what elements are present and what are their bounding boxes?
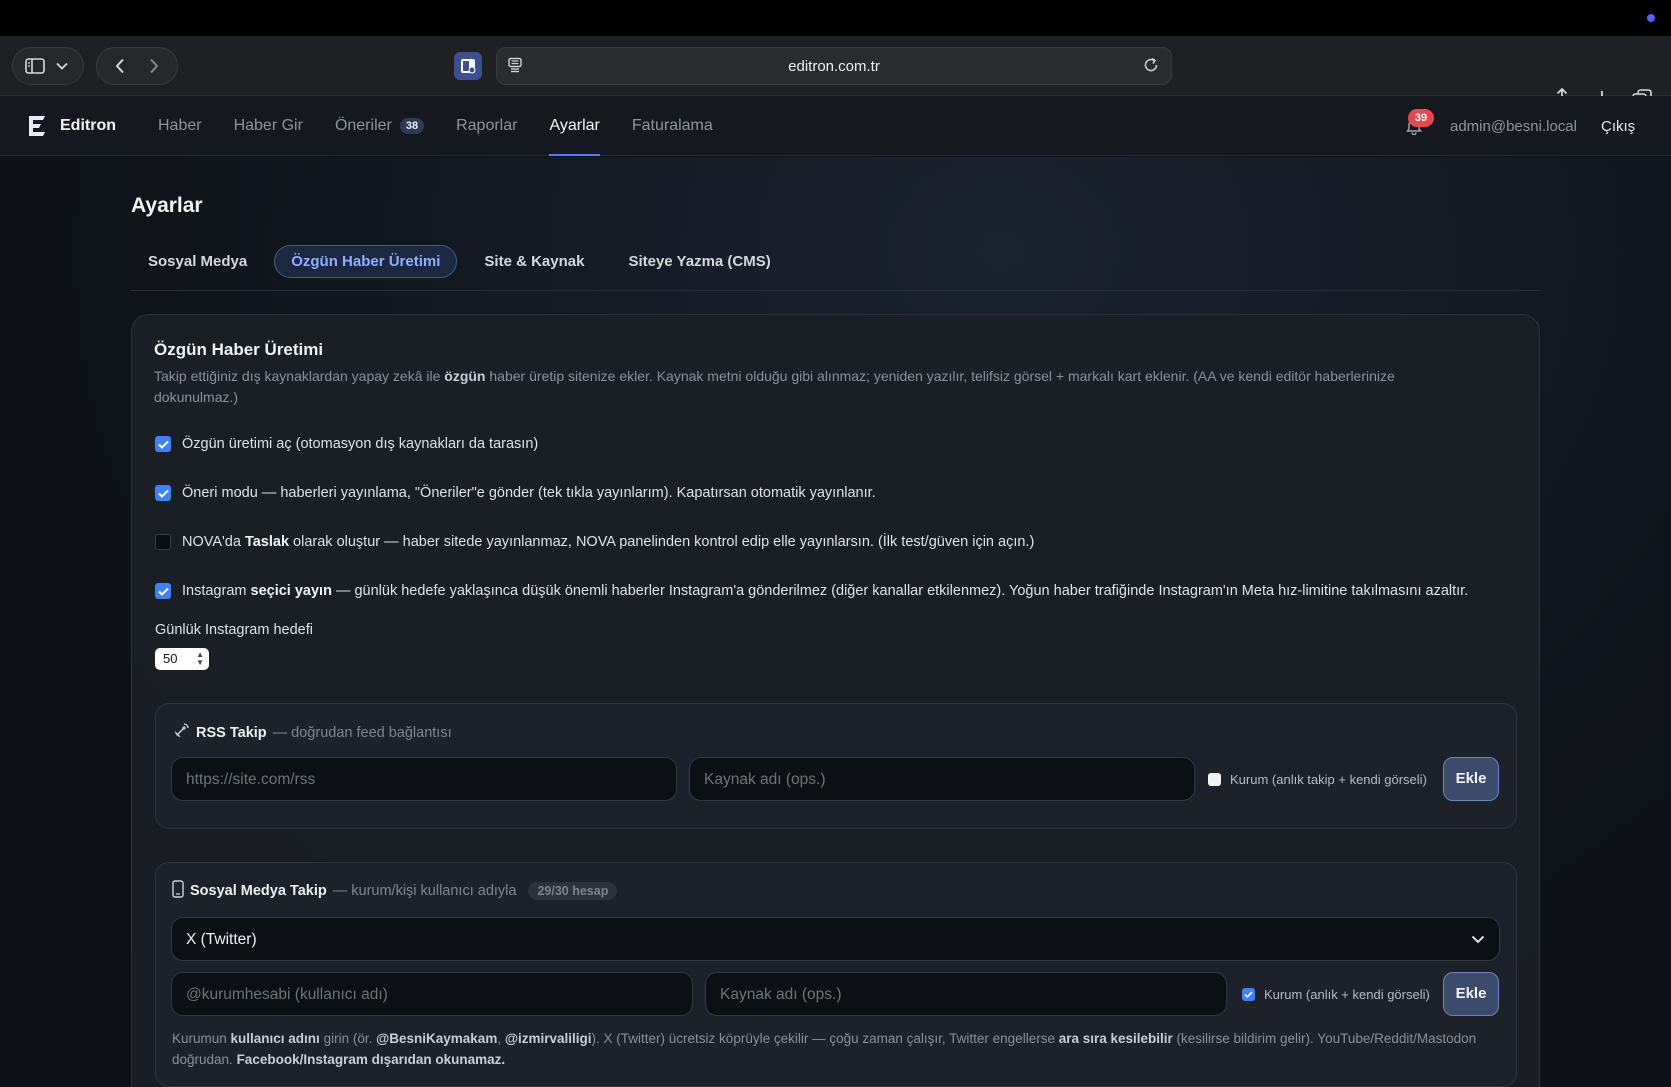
help-bold: @BesniKaymakam [376,1031,498,1046]
address-bar[interactable]: editron.com.tr [496,47,1172,85]
status-dot [1647,14,1655,22]
social-handle-input[interactable]: @kurumhesabi (kullanıcı adı) [171,972,693,1016]
sidebar-toggle-group [12,47,84,85]
main-nav: Haber Haber Gir Öneriler 38 Raporlar Ayar… [158,96,713,156]
checkbox-text: Kurum (anlık + kendi görseli) [1264,987,1430,1002]
nav-ayarlar[interactable]: Ayarlar [549,96,601,156]
option-text: NOVA'da [182,534,245,550]
card-title: Özgün Haber Üretimi [154,340,324,359]
nav-label: Faturalama [631,117,713,134]
url-text: editron.com.tr [788,58,880,75]
checkbox-unchecked[interactable] [155,534,171,550]
nav-faturalama[interactable]: Faturalama [632,96,713,156]
instagram-target-value: 50 [163,651,178,666]
nav-oneriler[interactable]: Öneriler 38 [334,96,425,156]
option-instagram-selective[interactable]: Instagram seçici yayın — günlük hedefe y… [155,583,1468,599]
page-title: Ayarlar [131,194,203,217]
rss-add-button[interactable]: Ekle [1443,757,1499,801]
forward-icon[interactable] [141,53,167,79]
nav-haber-gir[interactable]: Haber Gir [234,96,303,156]
nav-label: Öneriler [334,117,392,134]
social-subtitle: — kurum/kişi kullanıcı adıyla [332,883,517,899]
account-count-badge: 29/30 hesap [528,882,618,900]
nav-raporlar[interactable]: Raporlar [456,96,517,156]
desc-bold: özgün [444,368,486,384]
option-suggestion-mode[interactable]: Öneri modu — haberleri yayınlama, "Öneri… [155,485,876,501]
social-kurum-checkbox-label[interactable]: Kurum (anlık + kendi görseli) [1242,987,1430,1002]
nav-label: Raporlar [456,117,518,134]
option-text: — günlük hedefe yaklaşınca düşük önemli … [331,583,1469,599]
option-nova-draft[interactable]: NOVA'da Taslak olarak oluştur — haber si… [155,534,1034,550]
brand[interactable]: Editron [26,115,116,137]
brand-name: Editron [60,117,116,134]
nav-label: Haber [158,117,202,134]
help-text: girin (ör. [319,1031,377,1046]
social-help-text: Kurumun kullanıcı adını girin (ör. @Besn… [172,1028,1502,1070]
rss-source-name-input[interactable]: Kaynak adı (ops.) [689,757,1195,801]
rss-url-input[interactable]: https://site.com/rss [171,757,677,801]
tab-ozgun-haber[interactable]: Özgün Haber Üretimi [274,244,458,278]
notification-badge: 39 [1408,109,1434,127]
social-header: Sosyal Medya Takip — kurum/kişi kullanıc… [172,880,618,902]
checkbox-checked[interactable] [155,436,171,452]
option-text: Instagram [182,583,251,599]
instagram-target-input[interactable]: 50 ▲ ▼ [155,648,209,670]
oneriler-count-badge: 38 [399,118,425,134]
chevron-down-icon[interactable] [49,53,75,79]
sidebar-icon[interactable] [22,53,48,79]
back-icon[interactable] [107,53,133,79]
tabs-divider [131,290,1540,291]
help-bold: @izmirvaliligi [504,1031,592,1046]
social-add-button[interactable]: Ekle [1443,972,1499,1016]
stepper-icon[interactable]: ▲ ▼ [196,651,204,667]
user-email: admin@besni.local [1450,118,1577,135]
option-text: olarak oluştur — haber sitede yayınlanma… [289,534,1035,550]
help-text: Kurumun [172,1031,231,1046]
help-bold: Facebook/Instagram dışarıdan okunamaz. [236,1052,506,1067]
rss-subtitle: — doğrudan feed bağlantısı [272,725,452,741]
option-label: Instagram seçici yayın — günlük hedefe y… [182,583,1468,599]
tab-site-kaynak[interactable]: Site & Kaynak [467,245,601,278]
tab-cms[interactable]: Siteye Yazma (CMS) [611,245,787,278]
rss-title: RSS Takip [196,725,267,741]
desc-text: Takip ettiğiniz dış kaynaklardan yapay z… [154,368,445,384]
checkbox-checked[interactable] [155,485,171,501]
satellite-icon [172,722,190,744]
checkbox-checked[interactable] [1242,988,1255,1001]
nav-label: Ayarlar [549,117,600,134]
os-menu-bar [0,0,1671,36]
option-label: Öneri modu — haberleri yayınlama, "Öneri… [182,485,876,501]
phone-icon [172,880,184,902]
platform-selected: X (Twitter) [186,931,257,948]
tab-sosyal-medya[interactable]: Sosyal Medya [131,245,264,278]
option-bold: Taslak [244,534,290,550]
reload-icon[interactable] [1143,57,1159,78]
option-bold: seçici yayın [250,583,332,599]
checkbox-checked[interactable] [155,583,171,599]
history-nav-group [96,47,178,85]
help-text: , [497,1031,505,1046]
rss-kurum-checkbox-label[interactable]: Kurum (anlık takip + kendi görseli) [1208,772,1427,787]
checkbox-unchecked[interactable] [1208,773,1221,786]
social-title: Sosyal Medya Takip [190,883,327,899]
nav-haber[interactable]: Haber [158,96,202,156]
settings-tabs: Sosyal Medya Özgün Haber Üretimi Site & … [131,244,788,278]
editron-logo-icon [26,115,46,137]
nav-label: Haber Gir [233,117,303,134]
instagram-target-label: Günlük Instagram hedefi [155,622,313,638]
card-description: Takip ettiğiniz dış kaynaklardan yapay z… [154,366,1454,408]
chevron-down-icon [1471,931,1485,949]
rss-header: RSS Takip — doğrudan feed bağlantısı [172,722,452,744]
help-bold: kullanıcı adını [230,1031,320,1046]
platform-select[interactable]: X (Twitter) [171,917,1500,961]
help-text: ). X (Twitter) ücretsiz köprüyle çekilir… [591,1031,1059,1046]
option-label: NOVA'da Taslak olarak oluştur — haber si… [182,534,1034,550]
checkbox-text: Kurum (anlık takip + kendi görseli) [1230,772,1427,787]
option-enable-generation[interactable]: Özgün üretimi aç (otomasyon dış kaynakla… [155,436,538,452]
social-source-name-input[interactable]: Kaynak adı (ops.) [705,972,1227,1016]
help-bold: ara sıra kesilebilir [1058,1031,1173,1046]
option-label: Özgün üretimi aç (otomasyon dış kaynakla… [182,436,539,452]
logout-link[interactable]: Çıkış [1601,118,1635,135]
extension-icon[interactable] [454,52,482,80]
